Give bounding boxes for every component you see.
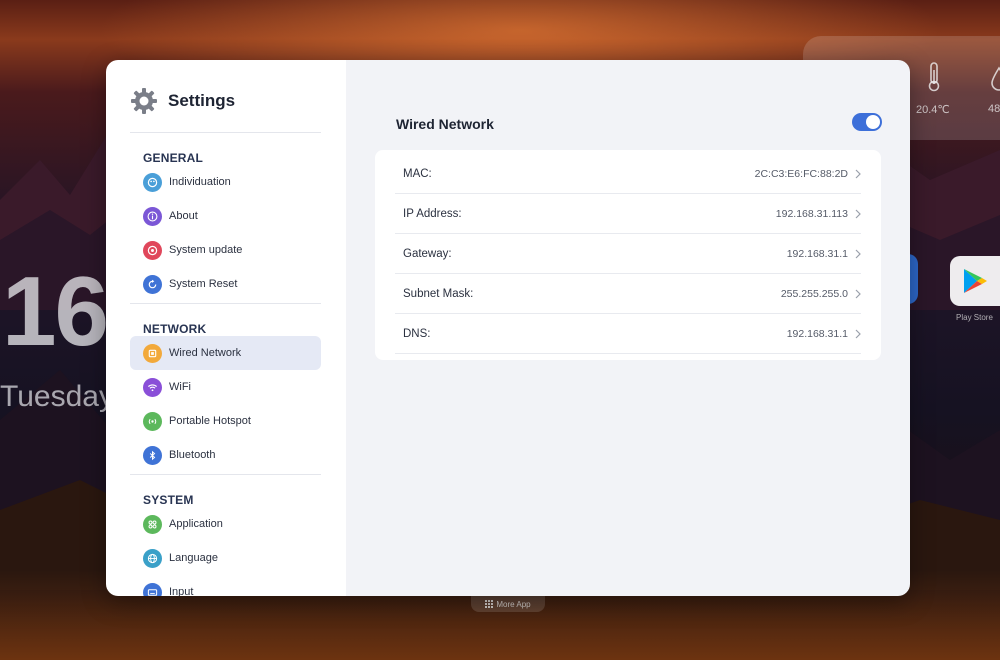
globe-icon xyxy=(143,548,162,568)
settings-window: Settings GENERAL Individuation About Sys… xyxy=(106,60,910,596)
sidebar-divider xyxy=(130,132,321,133)
desktop-clock: 16 xyxy=(2,256,109,366)
sidebar-item-label: About xyxy=(169,210,198,222)
thermometer-icon xyxy=(928,62,940,92)
section-title-general: GENERAL xyxy=(143,151,204,165)
hotspot-icon xyxy=(143,411,162,431)
chevron-right-icon xyxy=(855,169,861,178)
sidebar-item-label: Input xyxy=(169,586,194,596)
settings-content: Wired Network MAC: 2C:C3:E6:FC:88:2D IP … xyxy=(346,60,910,596)
sidebar-item-wifi[interactable]: WiFi xyxy=(130,370,321,404)
sidebar-item-system-reset[interactable]: System Reset xyxy=(130,267,321,301)
sidebar-item-system-update[interactable]: System update xyxy=(130,233,321,267)
sidebar-item-input[interactable]: Input xyxy=(130,575,321,596)
more-app-label: More App xyxy=(496,599,531,609)
info-value: 2C:C3:E6:FC:88:2D xyxy=(754,167,848,180)
grid-icon xyxy=(485,600,494,608)
play-store-label: Play Store xyxy=(956,313,993,322)
info-label: DNS: xyxy=(403,327,431,340)
section-title-system: SYSTEM xyxy=(143,493,194,507)
sidebar-item-label: Language xyxy=(169,552,218,564)
sidebar-item-application[interactable]: Application xyxy=(130,507,321,541)
humidity-value: 48 xyxy=(988,103,1000,115)
info-row-mac[interactable]: MAC: 2C:C3:E6:FC:88:2D xyxy=(395,154,861,194)
gear-icon xyxy=(131,88,157,114)
info-icon xyxy=(143,206,162,226)
info-value: 192.168.31.1 xyxy=(786,327,848,340)
chevron-right-icon xyxy=(855,289,861,298)
update-icon xyxy=(143,240,162,260)
settings-sidebar: Settings GENERAL Individuation About Sys… xyxy=(106,60,346,596)
more-app-button[interactable]: More App xyxy=(471,596,545,612)
play-store-icon xyxy=(964,269,987,293)
wired-network-toggle[interactable] xyxy=(852,113,882,131)
page-title: Wired Network xyxy=(396,116,494,132)
info-label: Gateway: xyxy=(403,247,452,260)
network-info-card: MAC: 2C:C3:E6:FC:88:2D IP Address: 192.1… xyxy=(375,150,881,360)
settings-header: Settings xyxy=(130,87,235,115)
humidity-icon xyxy=(991,66,1000,91)
sidebar-item-label: Portable Hotspot xyxy=(169,415,251,427)
sidebar-item-label: Bluetooth xyxy=(169,449,216,461)
sidebar-item-label: System update xyxy=(169,244,243,256)
info-value: 192.168.31.1 xyxy=(786,247,848,260)
sidebar-divider xyxy=(130,474,321,475)
keyboard-icon xyxy=(143,582,162,596)
palette-icon xyxy=(143,172,162,192)
sidebar-item-label: Wired Network xyxy=(169,347,242,359)
info-label: IP Address: xyxy=(403,207,462,220)
sidebar-item-bluetooth[interactable]: Bluetooth xyxy=(130,438,321,472)
info-row-dns[interactable]: DNS: 192.168.31.1 xyxy=(395,314,861,354)
chevron-right-icon xyxy=(855,249,861,258)
settings-title: Settings xyxy=(168,91,236,110)
bluetooth-icon xyxy=(143,445,162,465)
info-label: Subnet Mask: xyxy=(403,287,474,300)
chevron-right-icon xyxy=(855,209,861,218)
sidebar-item-about[interactable]: About xyxy=(130,199,321,233)
play-store-app[interactable] xyxy=(950,256,1000,306)
desktop-day: Tuesday xyxy=(0,380,114,413)
section-title-network: NETWORK xyxy=(143,322,207,336)
sidebar-item-label: Individuation xyxy=(169,176,231,188)
reset-icon xyxy=(143,274,162,294)
sidebar-item-label: WiFi xyxy=(169,381,191,393)
sidebar-item-language[interactable]: Language xyxy=(130,541,321,575)
info-row-ip-address[interactable]: IP Address: 192.168.31.113 xyxy=(395,194,861,234)
info-value: 192.168.31.113 xyxy=(775,207,848,220)
info-label: MAC: xyxy=(403,167,432,180)
apps-icon xyxy=(143,514,162,534)
sidebar-item-portable-hotspot[interactable]: Portable Hotspot xyxy=(130,404,321,438)
sidebar-divider xyxy=(130,303,321,304)
sidebar-item-wired-network[interactable]: Wired Network xyxy=(130,336,321,370)
info-row-gateway[interactable]: Gateway: 192.168.31.1 xyxy=(395,234,861,274)
sidebar-item-label: Application xyxy=(169,518,223,530)
temperature-value: 20.4℃ xyxy=(916,104,950,116)
wifi-icon xyxy=(143,377,162,397)
toggle-knob xyxy=(866,115,880,129)
info-row-subnet-mask[interactable]: Subnet Mask: 255.255.255.0 xyxy=(395,274,861,314)
sidebar-item-individuation[interactable]: Individuation xyxy=(130,165,321,199)
sidebar-item-label: System Reset xyxy=(169,278,238,290)
ethernet-icon xyxy=(143,343,162,363)
info-value: 255.255.255.0 xyxy=(780,287,848,300)
chevron-right-icon xyxy=(855,329,861,338)
